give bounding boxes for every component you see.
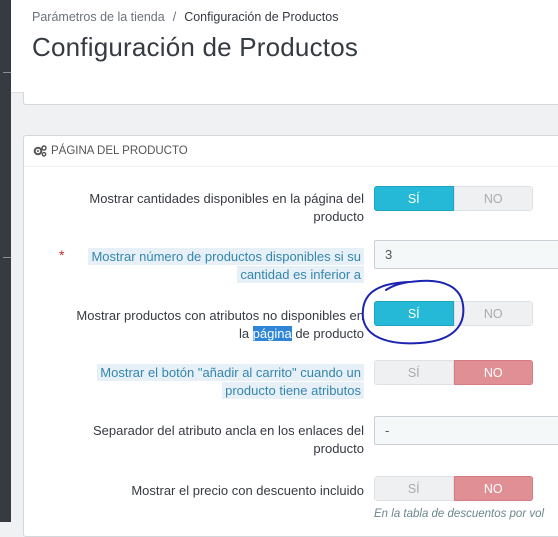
left-sidebar [0, 0, 11, 522]
add-to-cart-switch[interactable]: SÍ NO [374, 360, 533, 385]
label-line: producto [313, 441, 364, 456]
page-title: Configuración de Productos [32, 32, 359, 62]
label-line: Mostrar cantidades disponibles en la pág… [89, 191, 364, 206]
label-line: cantidad es inferior a [64, 266, 364, 284]
label-text: cantidad es inferior a [237, 266, 364, 283]
page-header: Parámetros de la tienda / Configuración de… [11, 0, 558, 93]
switch-yes-option[interactable]: SÍ [374, 476, 454, 501]
breadcrumb: Parámetros de la tienda / Configuración de… [32, 10, 338, 24]
label-line: producto tiene atributos [64, 382, 364, 400]
label-line: producto [313, 209, 364, 224]
setting-label: Mostrar productos con atributos no dispo… [44, 307, 364, 343]
setting-label: Mostrar el precio con descuento incluido [64, 482, 364, 500]
discounted-price-switch[interactable]: SÍ NO [374, 476, 533, 501]
label-text: producto tiene atributos [222, 382, 364, 399]
selected-text: página [252, 326, 292, 341]
label-text: la [238, 326, 253, 341]
label-text: de producto [291, 326, 364, 341]
label-text: Mostrar número de productos disponibles … [88, 248, 364, 265]
breadcrumb-separator: / [172, 10, 177, 24]
sidebar-tick [3, 257, 11, 258]
switch-no-option[interactable]: NO [453, 476, 533, 501]
switch-no-option[interactable]: NO [453, 186, 533, 211]
setting-label: Mostrar número de productos disponibles … [64, 248, 364, 284]
show-quantities-switch[interactable]: SÍ NO [374, 186, 533, 211]
breadcrumb-current: Configuración de Productos [184, 10, 339, 24]
switch-no-option[interactable]: NO [453, 360, 533, 385]
switch-yes-option[interactable]: SÍ [374, 360, 454, 385]
low-stock-threshold-input[interactable]: 3 [374, 240, 558, 269]
label-line: Separador del atributo ancla en los enla… [92, 423, 364, 438]
help-text: En la tabla de descuentos por vol [374, 508, 545, 520]
panel-heading: PÁGINA DEL PRODUCTO [24, 136, 558, 167]
switch-no-option[interactable]: NO [453, 301, 533, 326]
label-line: la página de producto [44, 325, 364, 343]
label-line: Mostrar el precio con descuento incluido [131, 483, 364, 498]
unavailable-attributes-switch[interactable]: SÍ NO [374, 301, 533, 326]
breadcrumb-parent-link[interactable]: Parámetros de la tienda [32, 10, 165, 24]
setting-label: Mostrar cantidades disponibles en la pág… [64, 190, 364, 226]
label-line: Mostrar número de productos disponibles … [64, 248, 364, 266]
sidebar-tick [3, 72, 11, 73]
gears-icon [33, 145, 47, 157]
attribute-separator-input[interactable]: - [374, 416, 558, 445]
previous-panel [23, 92, 558, 105]
product-page-panel: PÁGINA DEL PRODUCTO Mostrar cantidades d… [23, 135, 558, 537]
switch-yes-option[interactable]: SÍ [374, 186, 454, 211]
label-text: Mostrar el botón "añadir al carrito" cua… [97, 364, 364, 381]
label-line: Mostrar el botón "añadir al carrito" cua… [64, 364, 364, 382]
label-line: Mostrar productos con atributos no dispo… [76, 308, 364, 323]
switch-yes-option[interactable]: SÍ [374, 301, 454, 326]
panel-title: PÁGINA DEL PRODUCTO [51, 145, 188, 157]
setting-label: Mostrar el botón "añadir al carrito" cua… [64, 364, 364, 400]
setting-label: Separador del atributo ancla en los enla… [64, 422, 364, 458]
